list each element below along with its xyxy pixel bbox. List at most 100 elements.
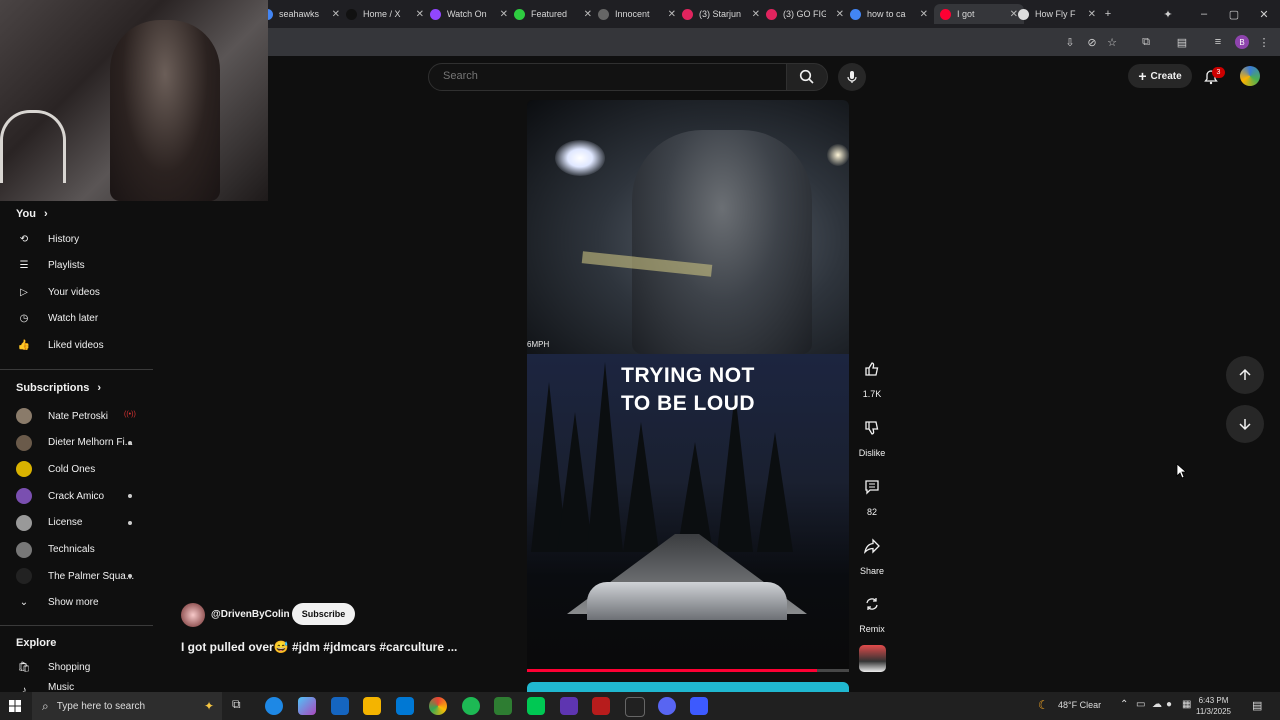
create-button[interactable]: + Create — [1128, 64, 1192, 88]
video-progress-bar[interactable] — [527, 669, 849, 672]
close-tab-icon[interactable]: ✕ — [668, 9, 676, 20]
task-view-icon[interactable]: ⧉ — [232, 697, 250, 715]
sidebar-item-label: Music — [48, 682, 75, 692]
sidebar-item-playlists[interactable]: ☰ Playlists — [16, 255, 146, 277]
subscription-item[interactable]: Technicals — [16, 539, 146, 561]
sidebar-item-liked-videos[interactable]: 👍 Liked videos — [16, 334, 146, 356]
store-icon[interactable] — [331, 697, 349, 715]
previous-short-button[interactable] — [1226, 356, 1264, 394]
media-queue-icon[interactable]: ≡ — [1210, 34, 1226, 50]
browser-tab[interactable]: (3) GO FIG ✕ — [766, 4, 844, 24]
search-button[interactable] — [786, 63, 828, 91]
subscription-item[interactable]: Cold Ones — [16, 458, 146, 480]
subscription-item[interactable]: License — [16, 512, 146, 534]
extensions-icon[interactable]: ⧉ — [1138, 34, 1154, 50]
subscription-item[interactable]: Dieter Melhorn Fi... — [16, 432, 146, 454]
channel-avatar[interactable] — [181, 603, 205, 627]
sound-thumbnail[interactable] — [859, 645, 886, 672]
app-icon[interactable] — [560, 697, 578, 715]
tray-icon[interactable]: ▭ — [1136, 699, 1145, 710]
subscription-item[interactable]: The Palmer Squa... — [16, 565, 146, 587]
app-icon[interactable] — [527, 697, 545, 715]
browser-tab[interactable]: How Fly F ✕ — [1018, 4, 1096, 24]
close-tab-icon[interactable]: ✕ — [416, 9, 424, 20]
show-more-button[interactable]: ⌄ Show more — [16, 591, 146, 613]
channel-handle[interactable]: @DrivenByColin — [211, 609, 290, 620]
new-tab-button[interactable]: + — [1100, 6, 1116, 22]
speed-overlay: 6MPH — [527, 340, 550, 349]
subscription-item[interactable]: Crack Amico — [16, 485, 146, 507]
weather-text[interactable]: 48°F Clear — [1058, 700, 1101, 710]
bookmark-star-icon[interactable]: ☆ — [1104, 34, 1120, 50]
arrow-down-icon — [1239, 419, 1251, 431]
microphone-tray-icon[interactable]: ● — [1166, 699, 1172, 710]
close-tab-icon[interactable]: ✕ — [1088, 9, 1096, 20]
notification-center-icon[interactable]: ▤ — [1252, 699, 1262, 712]
profile-button[interactable]: B — [1234, 34, 1250, 50]
system-clock[interactable]: 6:43 PM 11/3/2025 — [1196, 695, 1231, 717]
file-explorer-icon[interactable] — [363, 697, 381, 715]
close-tab-icon[interactable]: ✕ — [332, 9, 340, 20]
windows-start-icon[interactable] — [9, 700, 21, 715]
minimize-icon[interactable]: – — [1196, 6, 1212, 22]
app-icon[interactable] — [592, 697, 610, 715]
sidebar-item-history[interactable]: ⟲ History — [16, 228, 146, 250]
close-tab-icon[interactable]: ✕ — [500, 9, 508, 20]
browser-tab[interactable]: Featured ✕ — [514, 4, 592, 24]
account-avatar[interactable] — [1240, 66, 1260, 86]
chrome-icon[interactable] — [429, 697, 447, 715]
app-icon[interactable] — [690, 697, 708, 715]
install-app-icon[interactable]: ⇩ — [1062, 34, 1078, 50]
video-title[interactable]: I got pulled over😅 #jdm #jdmcars #carcul… — [181, 640, 501, 654]
tracking-off-icon[interactable]: ⊘ — [1084, 34, 1100, 50]
close-tab-icon[interactable]: ✕ — [584, 9, 592, 20]
close-tab-icon[interactable]: ✕ — [1010, 9, 1018, 20]
sidebar-item-your-videos[interactable]: ▷ Your videos — [16, 281, 146, 303]
like-button[interactable]: 1.7K — [852, 355, 892, 399]
maximize-icon[interactable]: ▢ — [1226, 6, 1242, 22]
taskbar-search-box[interactable]: ⌕ Type here to search ✦ — [32, 692, 222, 720]
split-screen-icon[interactable]: ▤ — [1174, 34, 1190, 50]
close-tab-icon[interactable]: ✕ — [920, 9, 928, 20]
next-short-preview[interactable] — [527, 682, 849, 692]
next-short-button[interactable] — [1226, 405, 1264, 443]
keyboard-icon[interactable]: ▦ — [1182, 699, 1191, 710]
voice-search-button[interactable] — [838, 63, 866, 91]
browser-tab[interactable]: Innocent ✕ — [598, 4, 676, 24]
outlook-icon[interactable] — [396, 697, 414, 715]
onedrive-icon[interactable]: ☁ — [1152, 699, 1162, 710]
close-window-icon[interactable]: ✕ — [1256, 6, 1272, 22]
browser-tab[interactable]: how to ca ✕ — [850, 4, 928, 24]
subscribe-button[interactable]: Subscribe — [292, 603, 355, 625]
browser-tab[interactable]: Home / X ✕ — [346, 4, 424, 24]
sidebar-item-shopping[interactable]: 🛍 Shopping — [16, 656, 146, 678]
app-icon[interactable] — [494, 697, 512, 715]
copilot-icon[interactable]: ✦ — [1160, 6, 1176, 22]
dislike-button[interactable]: Dislike — [852, 414, 892, 458]
browser-tab[interactable]: seahawks ✕ — [262, 4, 340, 24]
comments-button[interactable]: 82 — [852, 473, 892, 517]
search-input[interactable] — [441, 69, 775, 83]
obs-icon[interactable] — [625, 697, 645, 717]
share-button[interactable]: Share — [852, 532, 892, 576]
tray-chevron-icon[interactable]: ⌃ — [1120, 699, 1128, 710]
cabin-camera-view: 6MPH — [527, 100, 849, 354]
remix-button[interactable]: Remix — [852, 590, 892, 634]
close-tab-icon[interactable]: ✕ — [836, 9, 844, 20]
discord-icon[interactable] — [658, 697, 676, 715]
browser-tab[interactable]: (3) Starjun ✕ — [682, 4, 760, 24]
you-section-heading[interactable]: You › — [16, 208, 48, 220]
subscription-item[interactable]: Nate Petroski ((•)) — [16, 405, 146, 427]
sidebar-item-watch-later[interactable]: ◷ Watch later — [16, 308, 146, 330]
browser-tab[interactable]: I got ✕ — [934, 4, 1024, 24]
shorts-video-player[interactable]: 6MPH TRYING NOT TO BE LOUD — [527, 100, 849, 672]
subscriptions-heading[interactable]: Subscriptions › — [16, 382, 101, 394]
sidebar-item-music[interactable]: ♪ Music — [16, 682, 146, 692]
more-menu-icon[interactable]: ⋮ — [1256, 34, 1272, 50]
browser-tab[interactable]: Watch On ✕ — [430, 4, 508, 24]
tree-shape — [757, 432, 793, 552]
spotify-icon[interactable] — [462, 697, 480, 715]
edge-icon[interactable] — [265, 697, 283, 715]
copilot-app-icon[interactable] — [298, 697, 316, 715]
close-tab-icon[interactable]: ✕ — [752, 9, 760, 20]
